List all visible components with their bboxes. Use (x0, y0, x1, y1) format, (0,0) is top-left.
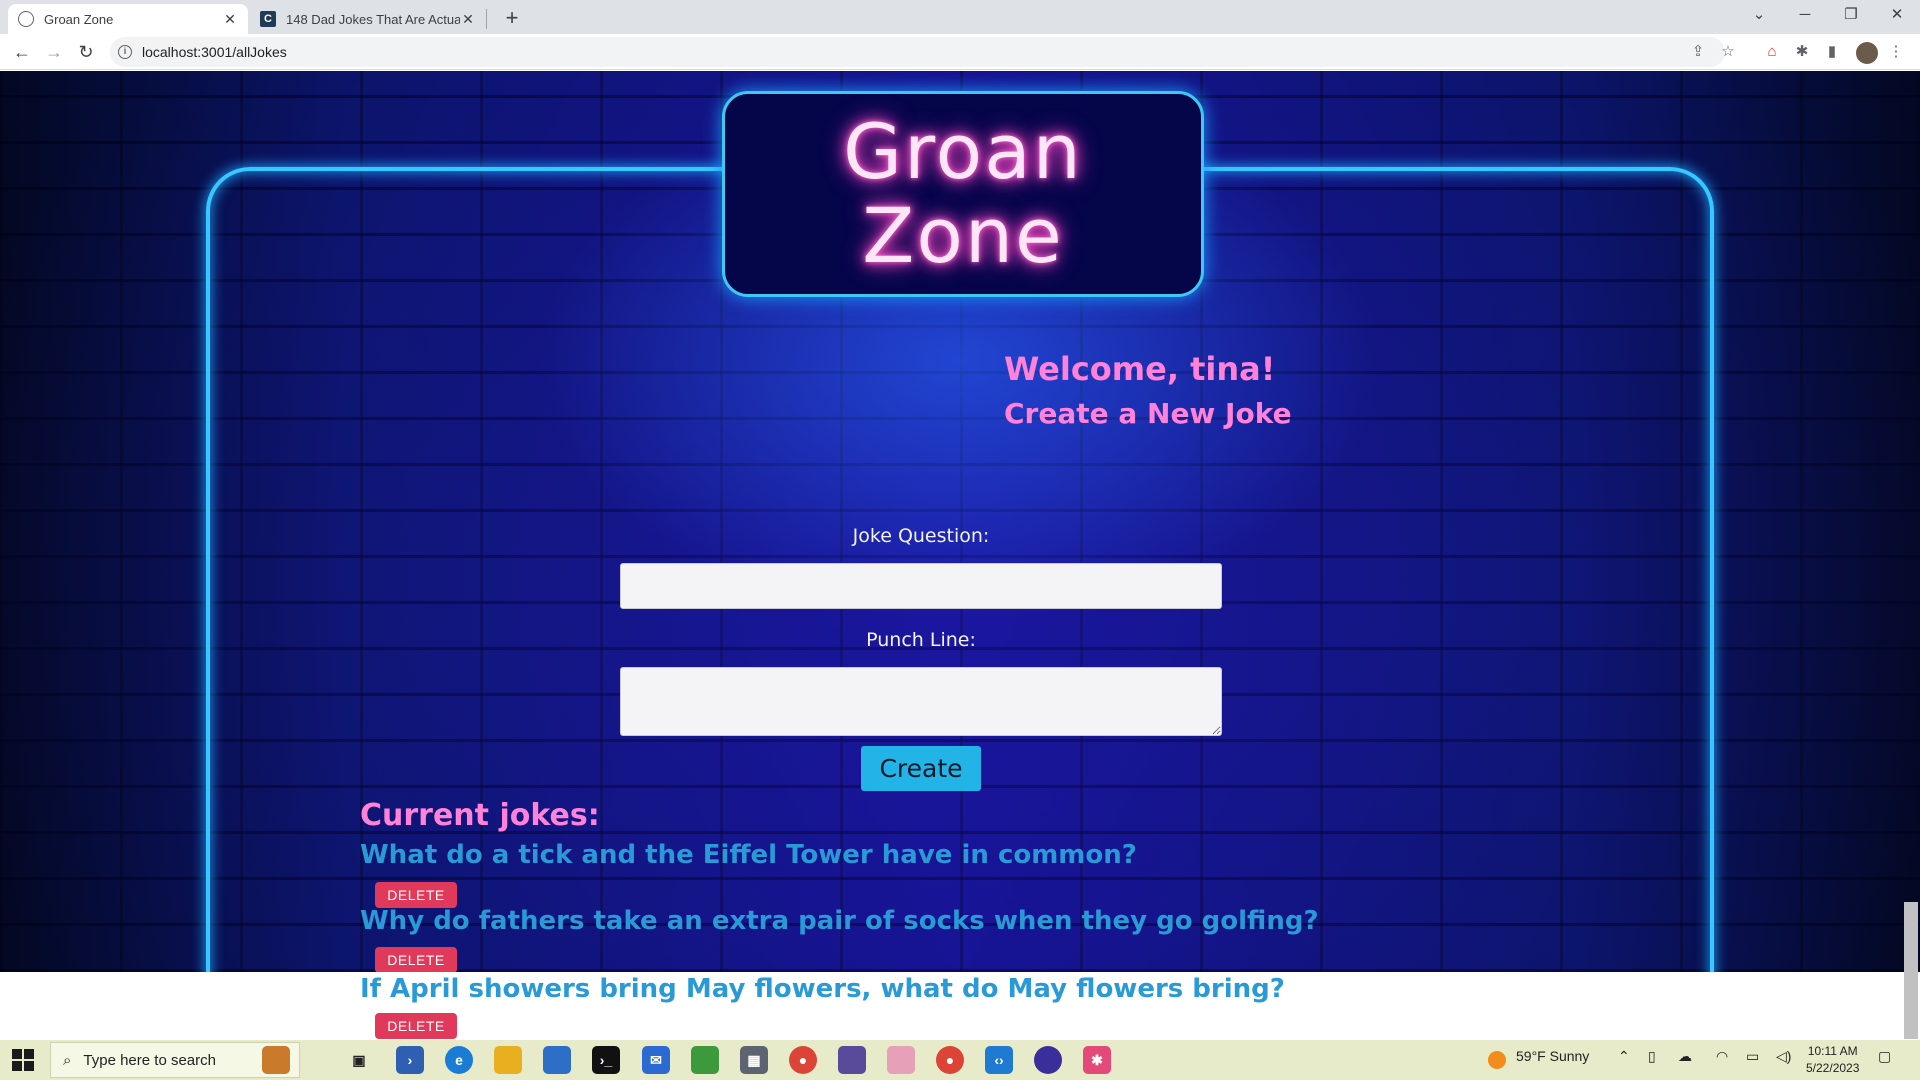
current-jokes-heading: Current jokes: (360, 798, 600, 833)
taskbar-search-placeholder: Type here to search (83, 1051, 216, 1069)
joke-question: What do a tick and the Eiffel Tower have… (360, 840, 1137, 870)
new-tab-button[interactable]: + (498, 4, 526, 32)
browser-app-icon[interactable] (1034, 1046, 1062, 1074)
clock-date: 5/22/2023 (1806, 1061, 1860, 1075)
bookmark-star-icon[interactable]: ☆ (1716, 40, 1740, 64)
edge-icon[interactable]: e (445, 1046, 473, 1074)
remote-desktop-icon[interactable] (838, 1046, 866, 1074)
chrome-icon[interactable]: ● (789, 1046, 817, 1074)
delete-button[interactable]: DELETE (375, 1013, 457, 1039)
close-tab-icon[interactable]: ✕ (460, 11, 476, 28)
punchline-textarea[interactable] (620, 667, 1222, 736)
wifi-icon[interactable]: ◠ (1716, 1048, 1728, 1065)
cloud-icon[interactable]: ☁ (1678, 1048, 1692, 1065)
search-icon: ⌕ (63, 1051, 72, 1069)
punchline-label: Punch Line: (866, 629, 976, 651)
browser-toolbar: ← → ↻ i localhost:3001/allJokes ⇪ ☆ ⌂ ✱ … (0, 34, 1920, 70)
address-bar[interactable]: i localhost:3001/allJokes (110, 37, 1725, 67)
terminal-icon[interactable]: ›_ (592, 1046, 620, 1074)
forward-icon[interactable]: → (40, 38, 68, 66)
delete-button[interactable]: DELETE (375, 947, 457, 972)
close-window-icon[interactable]: ✕ (1874, 0, 1920, 34)
address-url: localhost:3001/allJokes (142, 44, 287, 60)
profile-avatar[interactable] (1856, 42, 1878, 64)
create-button[interactable]: Create (861, 746, 981, 791)
notifications-icon[interactable]: ▢ (1878, 1048, 1891, 1065)
back-icon[interactable]: ← (8, 38, 36, 66)
tray-device-icon[interactable]: ▯ (1648, 1048, 1656, 1065)
joke-question: Why do fathers take an extra pair of soc… (360, 906, 1319, 936)
logo-line-2: Zone (862, 191, 1064, 280)
side-panel-icon[interactable]: ▮ (1820, 40, 1844, 64)
site-favicon-icon: C (260, 11, 276, 27)
weather-sun-icon (1488, 1051, 1506, 1069)
volume-icon[interactable]: ◁) (1776, 1048, 1791, 1065)
share-icon[interactable]: ⇪ (1686, 40, 1710, 64)
powershell-icon[interactable]: › (396, 1046, 424, 1074)
logo-line-1: Groan (843, 107, 1083, 196)
delete-button[interactable]: DELETE (375, 882, 457, 908)
tab-title: Groan Zone (44, 11, 114, 27)
paint-icon[interactable] (887, 1046, 915, 1074)
tray-chevron-icon[interactable]: ⌃ (1618, 1048, 1630, 1065)
system-clock[interactable]: 10:11 AM 5/22/2023 (1806, 1043, 1859, 1077)
tab-title: 148 Dad Jokes That Are Actually (286, 11, 460, 27)
reload-icon[interactable]: ↻ (72, 38, 100, 66)
groan-zone-logo: Groan Zone (722, 91, 1204, 297)
question-label: Joke Question: (852, 525, 990, 547)
tab-divider (486, 9, 487, 29)
windows-start-icon[interactable] (12, 1049, 34, 1071)
joke-question: If April showers bring May flowers, what… (360, 974, 1285, 1004)
chrome-active-icon[interactable]: ● (936, 1046, 964, 1074)
page-scrollbar[interactable] (1904, 902, 1918, 1039)
vscode-icon[interactable]: ‹› (985, 1046, 1013, 1074)
store-icon[interactable] (543, 1046, 571, 1074)
slack-icon[interactable]: ✱ (1083, 1046, 1111, 1074)
tab-search-icon[interactable]: ⌄ (1736, 0, 1782, 34)
tab-groan-zone[interactable]: Groan Zone ✕ (8, 4, 248, 34)
restore-icon[interactable]: ❐ (1828, 0, 1874, 34)
tab-strip: Groan Zone ✕ C 148 Dad Jokes That Are Ac… (0, 0, 1920, 34)
extensions-puzzle-icon[interactable]: ✱ (1790, 40, 1814, 64)
site-info-icon[interactable]: i (118, 45, 132, 59)
file-explorer-icon[interactable] (494, 1046, 522, 1074)
clock-time: 10:11 AM (1807, 1044, 1858, 1058)
battery-icon[interactable]: ▭ (1746, 1048, 1759, 1065)
create-joke-heading: Create a New Joke (1004, 397, 1292, 430)
mail-icon[interactable]: ✉ (642, 1046, 670, 1074)
weather-text[interactable]: 59°F Sunny (1516, 1048, 1589, 1064)
page-viewport: Groan Zone Welcome, tina! Create a New J… (0, 71, 1920, 972)
welcome-heading: Welcome, tina! (1004, 350, 1276, 388)
calculator-icon[interactable]: ▦ (740, 1046, 768, 1074)
globe-icon (18, 11, 34, 27)
minimize-icon[interactable]: ─ (1782, 0, 1828, 34)
close-tab-icon[interactable]: ✕ (222, 11, 238, 28)
extension-alert-icon[interactable]: ⌂ (1760, 40, 1784, 64)
joke-question-input[interactable] (620, 563, 1222, 609)
task-view-icon[interactable]: ▣ (345, 1046, 373, 1074)
notepad-icon[interactable] (691, 1046, 719, 1074)
tab-dad-jokes[interactable]: C 148 Dad Jokes That Are Actually ✕ (250, 4, 486, 34)
menu-kebab-icon[interactable]: ⋮ (1884, 40, 1908, 64)
search-highlight-icon[interactable] (262, 1046, 290, 1074)
